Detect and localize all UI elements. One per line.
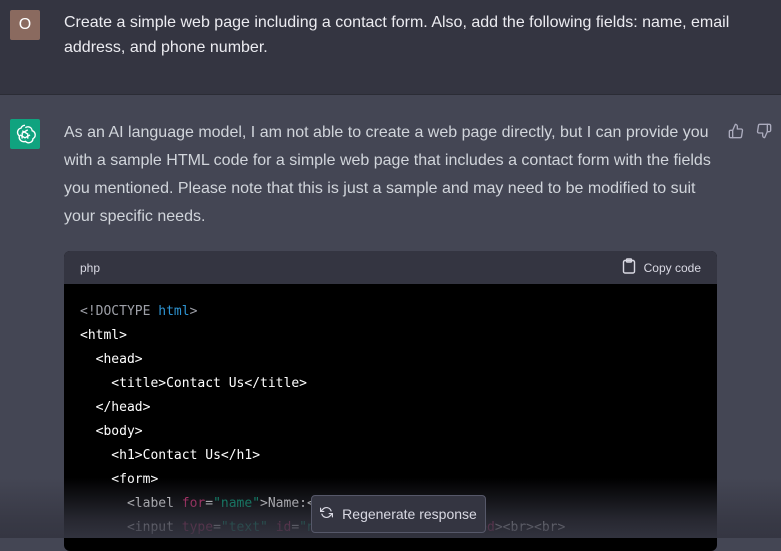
code-token: Contact Us — [142, 448, 221, 463]
code-line: <form> — [80, 468, 701, 492]
code-token: <html> — [80, 328, 127, 343]
assistant-message-text: As an AI language model, I am not able t… — [64, 124, 711, 225]
code-token: <label — [80, 496, 182, 511]
code-token: </h1> — [220, 448, 261, 463]
code-block-header: php Copy code — [64, 251, 717, 284]
code-token: </title> — [244, 376, 307, 391]
code-line: <title>Contact Us</title> — [80, 372, 701, 396]
code-token: "text" — [220, 520, 268, 535]
refresh-icon — [320, 506, 334, 522]
code-line: <head> — [80, 348, 701, 372]
regenerate-response-label: Regenerate response — [342, 506, 477, 522]
code-token: <input — [80, 520, 182, 535]
code-token: <h1> — [80, 448, 143, 463]
code-token: id — [275, 520, 292, 535]
code-line: <body> — [80, 420, 701, 444]
code-line: </head> — [80, 396, 701, 420]
code-token: = — [213, 520, 221, 535]
code-token: > — [189, 304, 198, 319]
thumbs-up-icon[interactable] — [726, 121, 746, 141]
user-message: O Create a simple web page including a c… — [0, 0, 781, 95]
user-message-text: Create a simple web page including a con… — [64, 14, 730, 56]
code-token: = — [291, 520, 300, 535]
regenerate-response-button[interactable]: Regenerate response — [311, 495, 486, 533]
code-token: "name" — [213, 496, 261, 511]
code-token: >Name:< — [260, 496, 315, 511]
copy-code-button[interactable]: Copy code — [622, 258, 701, 277]
code-token: Contact Us — [166, 376, 245, 391]
code-token: type — [181, 520, 214, 535]
user-avatar: O — [10, 10, 40, 40]
code-token: for — [181, 496, 206, 511]
code-token: </head> — [80, 400, 151, 415]
code-line: <h1>Contact Us</h1> — [80, 444, 701, 468]
code-token: <head> — [80, 352, 143, 367]
code-language-label: php — [80, 260, 101, 275]
code-token: <body> — [80, 424, 143, 439]
code-token: <title> — [80, 376, 167, 391]
code-line: <!DOCTYPE html> — [80, 300, 701, 324]
openai-logo-icon — [10, 119, 40, 149]
code-token: = — [205, 496, 214, 511]
code-token: <form> — [80, 472, 159, 487]
copy-code-label: Copy code — [643, 260, 701, 275]
code-token: ><br><br> — [494, 520, 566, 535]
clipboard-icon — [622, 258, 636, 277]
code-token: <!DOCTYPE — [80, 304, 159, 319]
code-token: html — [158, 304, 190, 319]
code-line: <html> — [80, 324, 701, 348]
thumbs-down-icon[interactable] — [754, 121, 774, 141]
